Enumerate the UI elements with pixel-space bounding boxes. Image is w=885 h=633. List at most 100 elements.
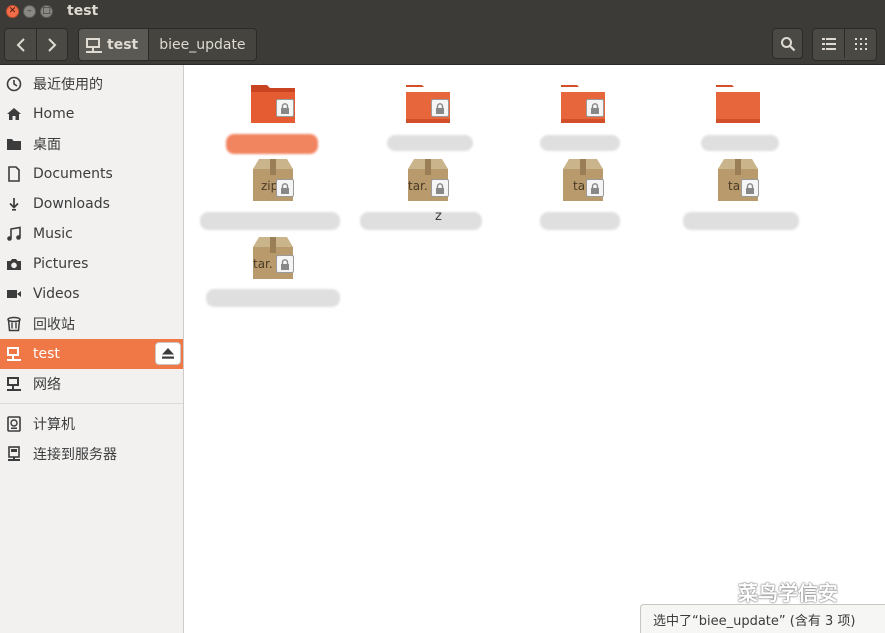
breadcrumb-test[interactable]: test	[79, 29, 149, 60]
minimize-icon[interactable]: –	[23, 4, 36, 18]
sidebar-item-music[interactable]: Music	[0, 219, 183, 249]
archive-badge: tar.	[408, 179, 428, 193]
music-icon	[6, 226, 22, 242]
redacted-label	[701, 135, 779, 151]
maximize-icon[interactable]: □	[40, 4, 53, 18]
file-name: z	[435, 209, 442, 224]
sidebar-item-connect-server[interactable]: 连接到服务器	[0, 439, 183, 469]
sidebar-item-computer[interactable]: 计算机	[0, 409, 183, 439]
watermark-text: 菜鸟学信安	[738, 580, 838, 605]
file-view: zip tar. z ta ta tar.	[185, 65, 885, 633]
server-icon	[6, 446, 22, 462]
sidebar-item-label: test	[33, 346, 60, 362]
search-button[interactable]	[772, 28, 803, 59]
redacted-label	[200, 212, 340, 230]
camera-icon	[6, 256, 22, 272]
lock-icon	[431, 99, 449, 117]
sidebar-item-pictures[interactable]: Pictures	[0, 249, 183, 279]
trash-icon	[6, 316, 22, 332]
file-item[interactable]: zip	[200, 157, 340, 230]
file-item[interactable]	[683, 79, 793, 151]
file-item[interactable]	[373, 79, 483, 151]
sidebar-item-label: Documents	[33, 166, 113, 182]
sidebar-item-label: Home	[33, 106, 75, 122]
sidebar-item-desktop[interactable]: 桌面	[0, 129, 183, 159]
sidebar-item-label: Downloads	[33, 196, 110, 212]
sidebar-item-recent[interactable]: 最近使用的	[0, 69, 183, 99]
file-item[interactable]: ta	[528, 157, 638, 230]
breadcrumb-label: test	[107, 36, 139, 53]
sidebar-item-network[interactable]: 网络	[0, 369, 183, 399]
breadcrumb: test biee_update	[78, 28, 257, 61]
breadcrumb-biee-update[interactable]: biee_update	[148, 29, 256, 60]
status-bar: 选中了“biee_update” (含有 3 项)	[640, 604, 885, 633]
recent-icon	[6, 76, 22, 92]
sidebar-item-trash[interactable]: 回收站	[0, 309, 183, 339]
chevron-right-icon	[48, 37, 57, 52]
archive-badge: tar.	[253, 257, 273, 271]
file-item[interactable]: ta	[683, 157, 799, 230]
file-item[interactable]	[218, 79, 328, 154]
lock-icon	[276, 179, 294, 197]
close-icon[interactable]: ✕	[6, 4, 19, 18]
back-button[interactable]	[5, 29, 36, 60]
redacted-label	[387, 135, 473, 151]
video-icon	[6, 286, 22, 302]
lock-icon	[741, 179, 759, 197]
desktop-folder-icon	[6, 136, 22, 152]
sidebar-item-label: 计算机	[33, 417, 75, 433]
sidebar-divider	[0, 403, 183, 404]
sidebar-item-label: Music	[33, 226, 73, 242]
download-icon	[6, 196, 22, 212]
file-item[interactable]: tar.	[206, 235, 340, 307]
redacted-label	[540, 212, 620, 230]
chevron-left-icon	[16, 37, 25, 52]
network-drive-icon	[6, 346, 22, 362]
computer-icon	[6, 416, 22, 432]
redacted-label	[540, 135, 620, 151]
network-icon	[6, 376, 22, 392]
sidebar-item-label: 桌面	[33, 137, 61, 153]
title-bar: ✕ – □ test	[0, 0, 885, 22]
sidebar-item-label: 连接到服务器	[33, 447, 117, 463]
sidebar-item-label: Pictures	[33, 256, 89, 272]
archive-badge: ta	[573, 179, 586, 193]
file-item[interactable]: tar. z	[360, 157, 483, 230]
sidebar-item-test[interactable]: test	[0, 339, 183, 369]
folder-icon	[716, 85, 760, 123]
grid-view-button[interactable]	[844, 29, 876, 58]
sidebar-item-label: 回收站	[33, 317, 75, 333]
sidebar-item-downloads[interactable]: Downloads	[0, 189, 183, 219]
toolbar: test biee_update	[0, 22, 885, 65]
eject-icon	[162, 348, 174, 359]
redacted-label	[683, 212, 799, 230]
sidebar-item-documents[interactable]: Documents	[0, 159, 183, 189]
wechat-icon	[701, 580, 726, 601]
breadcrumb-label: biee_update	[159, 36, 246, 53]
sidebar-item-label: Videos	[33, 286, 80, 302]
view-toggle	[812, 28, 877, 61]
lock-icon	[276, 255, 294, 273]
sidebar-item-home[interactable]: Home	[0, 99, 183, 129]
window-title: test	[67, 3, 99, 19]
redacted-label	[206, 289, 340, 307]
home-icon	[6, 106, 22, 122]
grid-view-icon	[854, 37, 867, 50]
sidebar: 最近使用的 Home 桌面 Documents Downloads Music …	[0, 65, 184, 633]
list-view-icon	[821, 37, 836, 50]
search-icon	[780, 36, 795, 51]
archive-badge: ta	[728, 179, 741, 193]
sidebar-item-videos[interactable]: Videos	[0, 279, 183, 309]
forward-button[interactable]	[36, 29, 67, 60]
lock-icon	[586, 99, 604, 117]
sidebar-item-label: 最近使用的	[33, 77, 103, 93]
redacted-label	[226, 134, 318, 154]
lock-icon	[431, 179, 449, 197]
list-view-button[interactable]	[813, 29, 844, 58]
eject-button[interactable]	[155, 342, 181, 365]
watermark: 菜鸟学信安	[700, 577, 838, 605]
navigation-buttons	[4, 28, 68, 61]
file-item[interactable]	[528, 79, 638, 151]
sidebar-item-label: 网络	[33, 377, 61, 393]
lock-icon	[276, 99, 294, 117]
